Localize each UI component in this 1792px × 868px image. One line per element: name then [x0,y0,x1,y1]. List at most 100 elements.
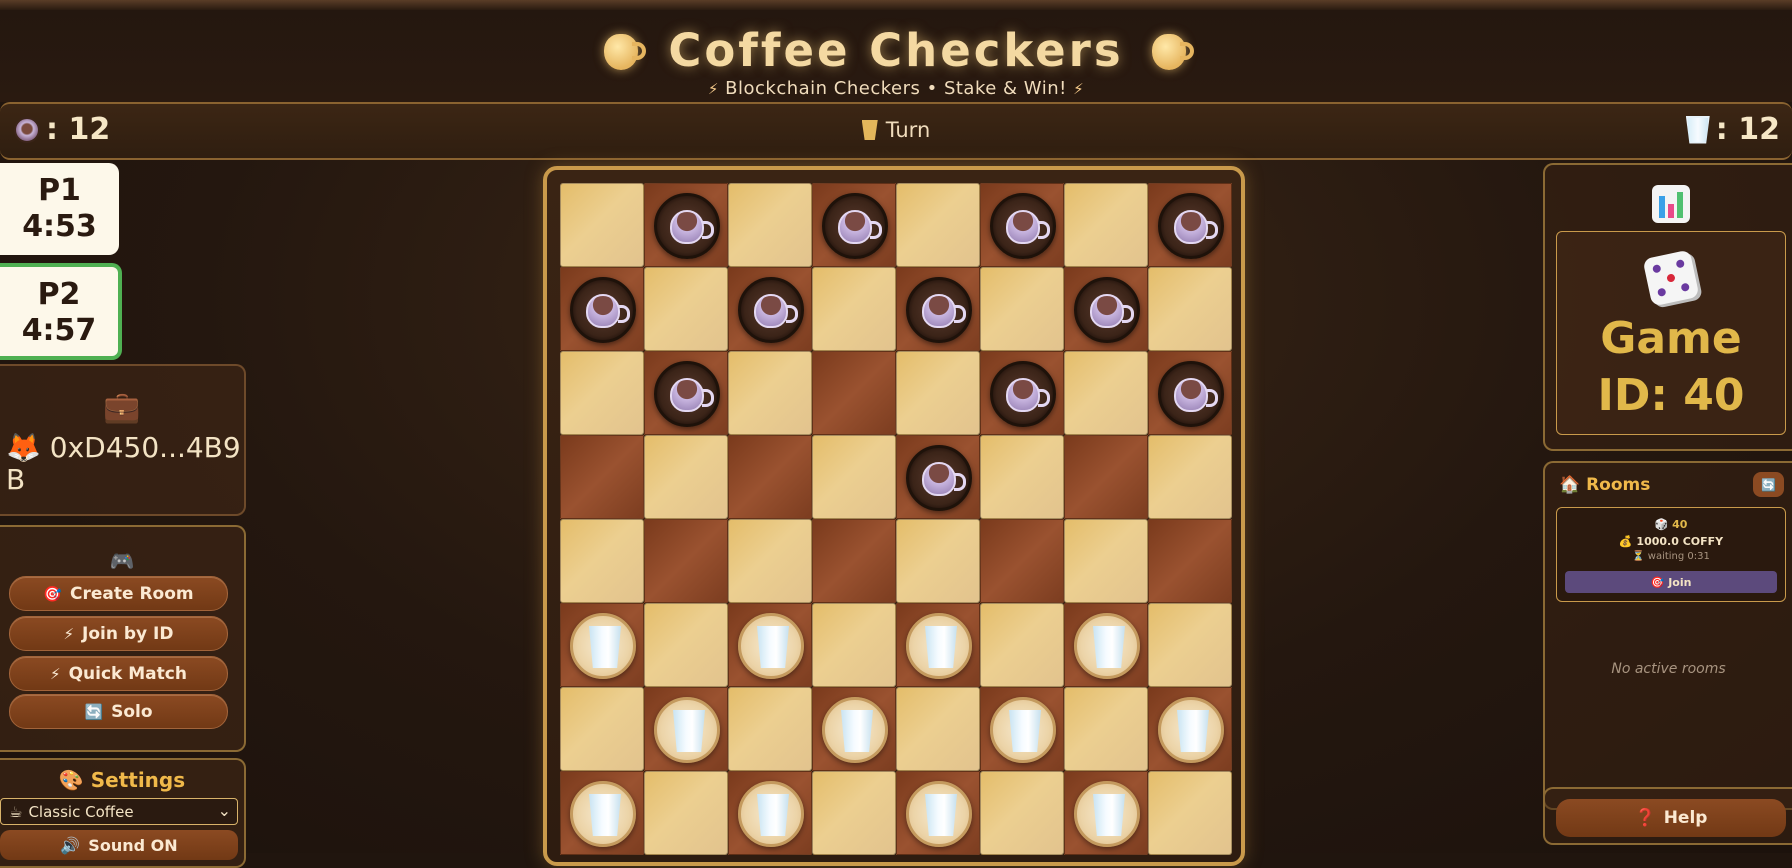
board-square[interactable] [812,771,896,855]
milk-piece[interactable] [570,781,636,847]
board-square[interactable] [644,267,728,351]
board-square[interactable] [1148,435,1232,519]
board-square[interactable] [728,351,812,435]
milk-piece[interactable] [570,613,636,679]
board-square[interactable] [980,267,1064,351]
board-square[interactable] [896,771,980,855]
board-square[interactable] [560,687,644,771]
board-square[interactable] [896,183,980,267]
milk-piece[interactable] [906,781,972,847]
board-square[interactable] [728,771,812,855]
board-square[interactable] [1148,771,1232,855]
coffee-piece[interactable] [570,277,636,343]
board-square[interactable] [644,351,728,435]
board-square[interactable] [1064,687,1148,771]
coffee-piece[interactable] [906,277,972,343]
board-square[interactable] [980,519,1064,603]
milk-piece[interactable] [654,697,720,763]
coffee-piece[interactable] [990,361,1056,427]
board-square[interactable] [728,183,812,267]
board-square[interactable] [644,687,728,771]
board-square[interactable] [560,267,644,351]
board-square[interactable] [1064,267,1148,351]
theme-select[interactable]: ☕ Classic Coffee ⌄ [0,798,238,825]
board-square[interactable] [896,351,980,435]
board-square[interactable] [1148,687,1232,771]
board-square[interactable] [1148,267,1232,351]
milk-piece[interactable] [1074,781,1140,847]
board-square[interactable] [560,771,644,855]
coffee-piece[interactable] [822,193,888,259]
board-square[interactable] [896,687,980,771]
solo-button[interactable]: 🔄 Solo [9,694,228,729]
board-square[interactable] [560,351,644,435]
board-square[interactable] [896,603,980,687]
milk-piece[interactable] [906,613,972,679]
coffee-piece[interactable] [1158,193,1224,259]
board-square[interactable] [560,183,644,267]
quick-match-button[interactable]: ⚡ Quick Match [9,656,228,691]
checkers-board[interactable] [560,183,1232,855]
board-square[interactable] [980,183,1064,267]
board-square[interactable] [1148,351,1232,435]
board-square[interactable] [980,351,1064,435]
coffee-piece[interactable] [738,277,804,343]
board-square[interactable] [1064,351,1148,435]
board-square[interactable] [1064,603,1148,687]
board-square[interactable] [560,603,644,687]
board-square[interactable] [1064,771,1148,855]
milk-piece[interactable] [1074,613,1140,679]
coffee-cup-icon [1006,210,1050,244]
board-square[interactable] [980,435,1064,519]
create-room-button[interactable]: 🎯 Create Room [9,576,228,611]
board-square[interactable] [980,603,1064,687]
refresh-rooms-button[interactable]: 🔄 [1753,472,1784,497]
board-square[interactable] [1148,183,1232,267]
milk-piece[interactable] [738,613,804,679]
board-square[interactable] [560,435,644,519]
board-square[interactable] [1064,183,1148,267]
coffee-piece[interactable] [990,193,1056,259]
board-square[interactable] [728,435,812,519]
join-by-id-button[interactable]: ⚡ Join by ID [9,616,228,651]
help-button[interactable]: ❓ Help [1556,799,1786,837]
board-square[interactable] [728,603,812,687]
board-square[interactable] [812,435,896,519]
milk-piece[interactable] [822,697,888,763]
board-square[interactable] [728,519,812,603]
board-square[interactable] [1064,435,1148,519]
board-square[interactable] [812,267,896,351]
board-square[interactable] [812,687,896,771]
board-square[interactable] [1148,603,1232,687]
coffee-piece[interactable] [1074,277,1140,343]
board-square[interactable] [1148,519,1232,603]
wallet-address[interactable]: 🦊 0xD450...4B9B [6,432,242,496]
milk-piece[interactable] [990,697,1056,763]
board-square[interactable] [644,603,728,687]
sound-toggle[interactable]: 🔊 Sound ON [0,830,238,860]
board-square[interactable] [812,351,896,435]
board-square[interactable] [812,603,896,687]
milk-piece[interactable] [738,781,804,847]
board-square[interactable] [728,687,812,771]
coffee-piece[interactable] [906,445,972,511]
board-square[interactable] [1064,519,1148,603]
board-square[interactable] [896,435,980,519]
coffee-piece[interactable] [654,361,720,427]
coffee-piece[interactable] [1158,361,1224,427]
board-square[interactable] [812,519,896,603]
board-square[interactable] [644,519,728,603]
board-square[interactable] [644,183,728,267]
board-square[interactable] [896,519,980,603]
coffee-piece[interactable] [654,193,720,259]
milk-piece[interactable] [1158,697,1224,763]
board-square[interactable] [812,183,896,267]
board-square[interactable] [980,687,1064,771]
join-room-button[interactable]: 🎯 Join [1565,571,1777,593]
board-square[interactable] [728,267,812,351]
board-square[interactable] [644,435,728,519]
board-square[interactable] [980,771,1064,855]
board-square[interactable] [644,771,728,855]
board-square[interactable] [896,267,980,351]
board-square[interactable] [560,519,644,603]
